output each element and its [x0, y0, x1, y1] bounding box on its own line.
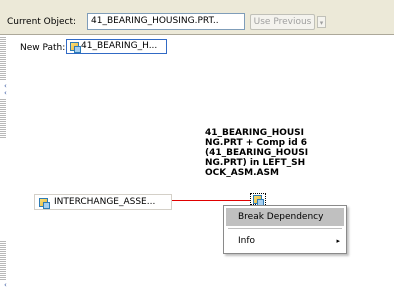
menu-item-break-dependency[interactable]: Break Dependency [226, 208, 344, 226]
use-previous-dropdown[interactable]: ▾ [317, 16, 326, 28]
current-object-field[interactable]: 41_BEARING_HOUSING.PRT.. [87, 13, 245, 30]
path-item[interactable]: 41_BEARING_H... [66, 39, 167, 54]
target-description: 41_BEARING_HOUSING.PRT + Comp id 6 (41_B… [205, 128, 309, 178]
menu-separator [228, 228, 342, 229]
toolbar-separator [0, 34, 394, 35]
submenu-arrow-icon: ▸ [336, 237, 340, 245]
source-node-label: INTERCHANGE_ASSE... [54, 197, 156, 207]
left-panel-grip-mid[interactable] [0, 98, 6, 138]
context-menu: Break Dependency Info ▸ [223, 205, 347, 254]
new-path-label: New Path: [20, 43, 66, 53]
part-icon [70, 42, 81, 53]
collapse-arrow-icon[interactable]: ‹ [4, 90, 7, 97]
part-icon [253, 195, 264, 206]
assembly-icon [39, 198, 50, 209]
expand-arrow-icon[interactable]: ‹ [4, 282, 7, 289]
target-node[interactable] [250, 193, 266, 206]
current-object-value: 41_BEARING_HOUSING.PRT.. [91, 16, 219, 26]
path-item-label: 41_BEARING_H... [81, 41, 158, 51]
menu-item-label: Info [238, 236, 256, 246]
use-previous-button[interactable]: Use Previous [250, 14, 315, 30]
source-node[interactable]: INTERCHANGE_ASSE... [34, 194, 172, 210]
menu-item-label: Break Dependency [238, 212, 324, 222]
current-object-label: Current Object: [7, 17, 77, 27]
dependency-line[interactable] [172, 200, 250, 201]
menu-item-info[interactable]: Info ▸ [226, 232, 344, 250]
left-panel-grip-top[interactable] [0, 36, 6, 80]
left-panel-grip-bottom[interactable] [0, 240, 6, 280]
